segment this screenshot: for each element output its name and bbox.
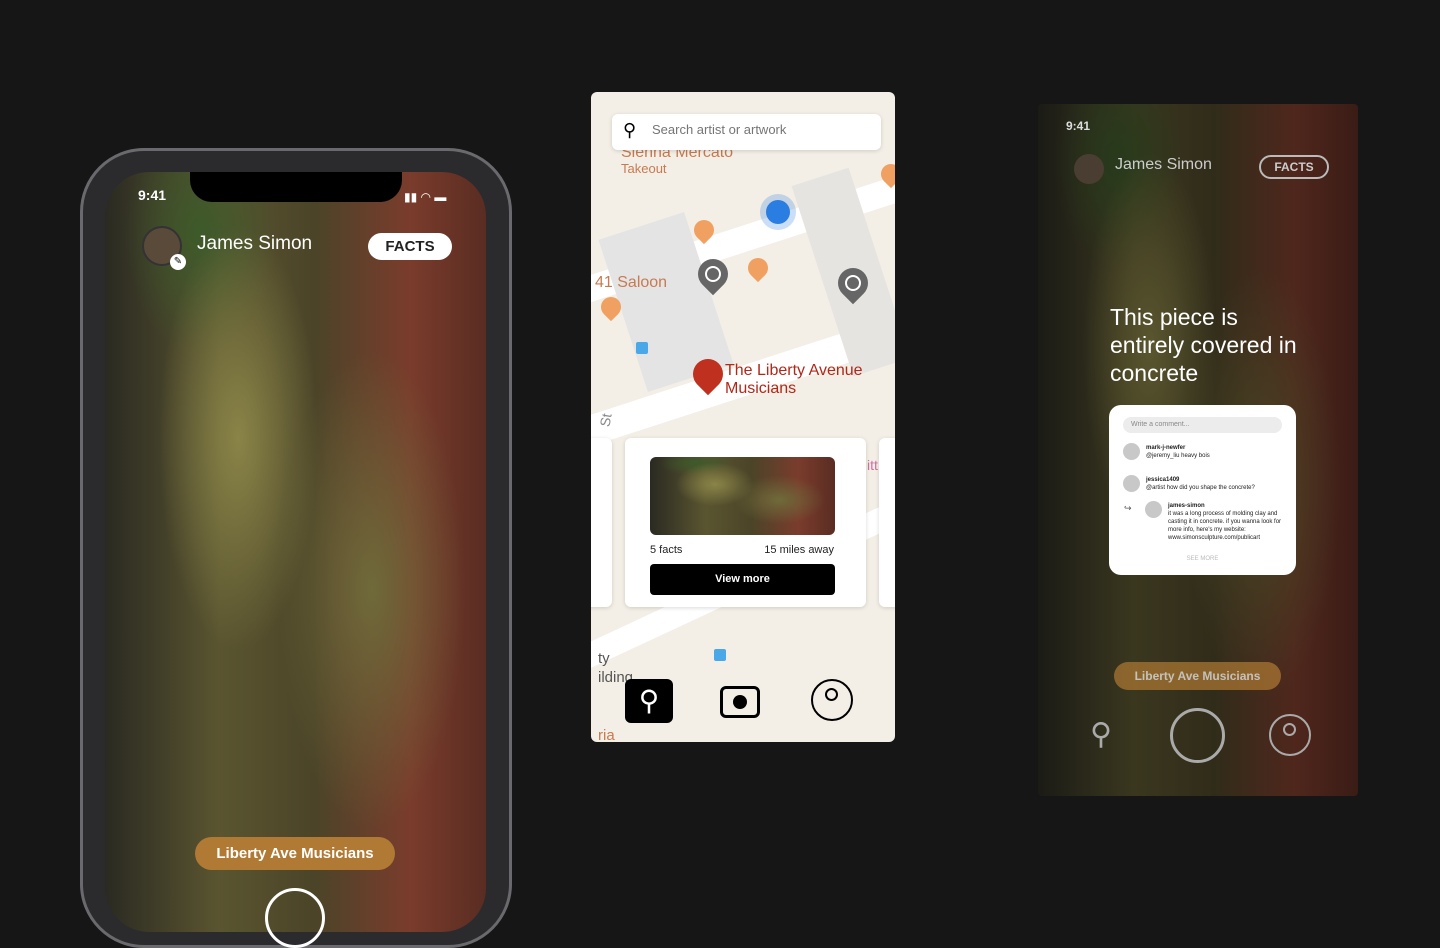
bus-stop-icon xyxy=(714,649,726,661)
status-time: 9:41 xyxy=(1066,119,1091,133)
commenter-avatar xyxy=(1123,443,1140,460)
map-label-saloon: 41 Saloon xyxy=(595,274,668,291)
edit-icon[interactable]: ✎ xyxy=(170,254,186,270)
comment-reply: james-simon it was a long process of mold… xyxy=(1168,502,1286,542)
search-icon[interactable]: ⚲ xyxy=(1090,717,1112,752)
nav-search-icon[interactable]: ⚲ xyxy=(625,679,673,723)
user-location-dot xyxy=(766,200,790,224)
reply-arrow-icon: ↪ xyxy=(1124,503,1132,513)
search-input[interactable] xyxy=(652,122,872,137)
comment-user: mark-j-newfer xyxy=(1146,445,1186,451)
nav-camera-icon[interactable] xyxy=(720,686,760,718)
distance: 15 miles away xyxy=(764,544,834,556)
capture-button[interactable] xyxy=(265,888,325,948)
facts-button[interactable]: FACTS xyxy=(368,233,452,260)
commenter-avatar xyxy=(1145,501,1162,518)
selected-artwork-label: The Liberty Avenue Musicians xyxy=(725,362,863,397)
artwork-name-pill[interactable]: Liberty Ave Musicians xyxy=(195,837,395,870)
map-label-partial: ria xyxy=(598,727,615,742)
comment-user: james-simon xyxy=(1168,503,1205,509)
view-more-button[interactable]: View more xyxy=(650,564,835,595)
comment-input[interactable]: Write a comment... xyxy=(1123,417,1282,433)
fact-text: This piece is entirely covered in concre… xyxy=(1110,304,1297,386)
comment-text: @jeremy_liu heavy bois xyxy=(1146,453,1210,459)
artist-name[interactable]: James Simon xyxy=(1115,156,1212,174)
map-label-partial: ty xyxy=(598,650,610,667)
comment: mark-j-newfer @jeremy_liu heavy bois xyxy=(1146,444,1210,460)
fact-screen: 9:41 James Simon FACTS This piece is ent… xyxy=(1038,104,1358,796)
comment-user: jessica1409 xyxy=(1146,477,1180,483)
comments-panel: Write a comment... mark-j-newfer @jeremy_… xyxy=(1109,405,1296,575)
bus-stop-icon xyxy=(636,342,648,354)
artist-avatar[interactable] xyxy=(1074,154,1104,184)
artwork-thumbnail xyxy=(650,457,835,535)
search-bar[interactable]: ⚲ xyxy=(612,114,881,150)
artwork-card[interactable]: 5 facts 15 miles away View more xyxy=(625,438,866,607)
camera-view xyxy=(105,172,486,932)
commenter-avatar xyxy=(1123,475,1140,492)
map-screen[interactable]: Sienna Mercato Takeout 41 Saloon St ty i… xyxy=(591,92,895,742)
map-label-takeout: Takeout xyxy=(621,161,667,176)
profile-icon[interactable] xyxy=(1269,714,1311,756)
comment: jessica1409 @artist how did you shape the… xyxy=(1146,476,1255,492)
artwork-card-prev[interactable] xyxy=(591,438,612,607)
status-time: 9:41 xyxy=(138,187,167,203)
see-more-link[interactable]: SEE MORE xyxy=(1109,556,1296,562)
map-label-street: St xyxy=(596,412,615,428)
comment-text: @artist how did you shape the concrete? xyxy=(1146,485,1255,491)
phone-notch xyxy=(190,172,402,202)
capture-button[interactable] xyxy=(1170,708,1225,763)
status-icons: ▮▮ ◠ ▬ xyxy=(404,190,447,204)
restaurant-poi-icon[interactable] xyxy=(743,253,773,283)
facts-button[interactable]: FACTS xyxy=(1259,155,1329,179)
artwork-card-next[interactable] xyxy=(879,438,895,607)
artwork-name-pill[interactable]: Liberty Ave Musicians xyxy=(1114,662,1281,690)
map-label-partial: itt xyxy=(867,457,878,473)
facts-count: 5 facts xyxy=(650,544,683,556)
comment-text: it was a long process of molding clay an… xyxy=(1168,511,1282,541)
artist-name[interactable]: James Simon xyxy=(197,233,312,255)
nav-profile-icon[interactable] xyxy=(811,679,853,721)
search-icon: ⚲ xyxy=(623,120,637,140)
